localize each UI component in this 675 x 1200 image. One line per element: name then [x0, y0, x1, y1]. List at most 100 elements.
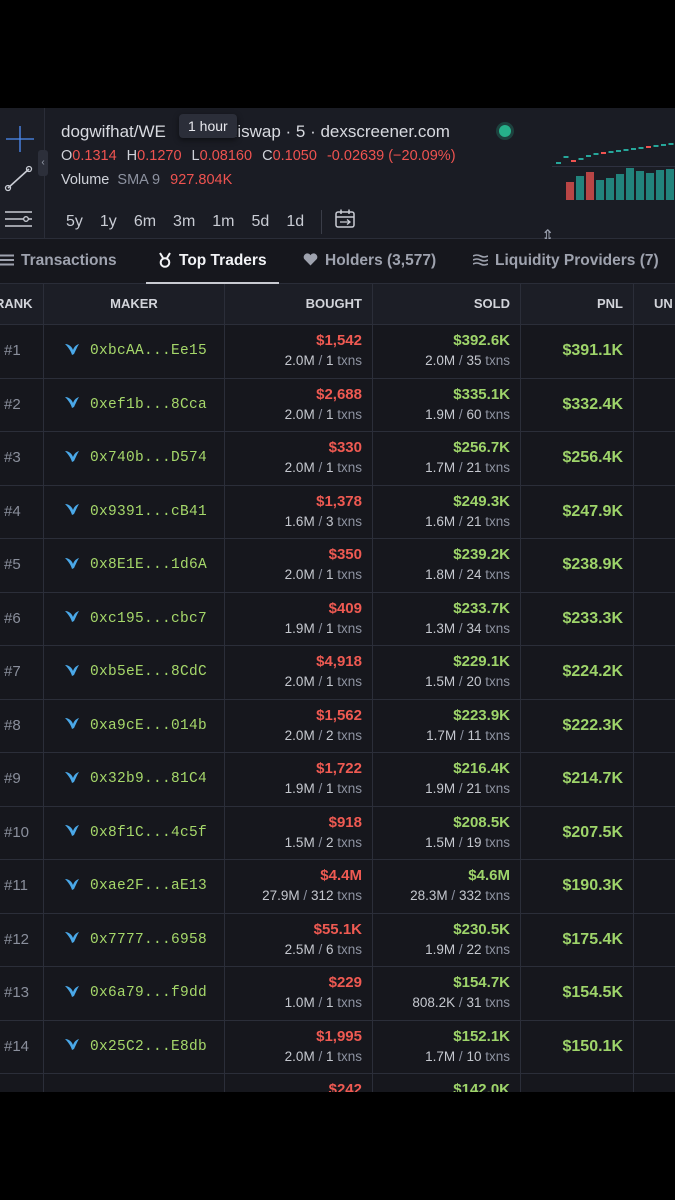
header-bought[interactable]: BOUGHT	[225, 284, 373, 324]
maker-cell: 0x740b...D574	[44, 432, 225, 485]
header-unrealized[interactable]: UN	[634, 284, 675, 324]
mini-volume-bar	[656, 170, 664, 200]
sold-cell: $152.1K 1.7M / 10 txns	[373, 1020, 521, 1073]
mini-candle	[556, 162, 561, 164]
sold-txn-count: 20	[466, 674, 482, 689]
timeframe-6m[interactable]: 6m	[134, 213, 156, 231]
maker-address[interactable]: 0xa9cE...014b	[90, 718, 207, 734]
tab-top-traders-label: Top Traders	[179, 252, 267, 269]
maker-address[interactable]: 0xc195...cbc7	[90, 611, 207, 627]
table-row[interactable]: #11 0xae2F...aE13 $4.4M 27.9M / 312 txns $4.…	[0, 860, 675, 914]
sold-tokens: 1.7M	[425, 1048, 456, 1064]
mini-volume-bar	[606, 178, 614, 200]
maker-address[interactable]: 0x8E1E...1d6A	[90, 557, 207, 573]
timeframe-3m[interactable]: 3m	[173, 213, 195, 231]
tab-holders[interactable]: Holders (3,577)	[303, 239, 436, 283]
price-chart-panel[interactable]: ‹ dogwifhat/WE niswap · 5 · dexscreener.c…	[0, 108, 675, 245]
mini-volume-bar	[616, 174, 624, 200]
sold-detail: 1.9M / 60 txns	[425, 406, 510, 422]
timeframe-divider	[321, 209, 323, 234]
table-row[interactable]: #10 0x8f1C...4c5f $918 1.5M / 2 txns $208.5K…	[0, 806, 675, 860]
sold-txn-count: 10	[466, 1048, 482, 1064]
timeframe-1m[interactable]: 1m	[212, 213, 234, 231]
sold-cell: $216.4K 1.9M / 21 txns	[373, 753, 521, 806]
timeframe-5d[interactable]: 5d	[252, 213, 270, 231]
table-row[interactable]: #7 0xb5eE...8CdC $4,918 2.0M / 1 txns $229.1…	[0, 646, 675, 700]
maker-address[interactable]: 0x32b9...81C4	[90, 771, 207, 787]
pnl-cell: $256.4K	[521, 432, 634, 485]
header-maker[interactable]: MAKER	[44, 284, 225, 324]
maker-cell: 0xb5eE...8CdC	[44, 646, 225, 699]
tab-transactions[interactable]: Transactions	[0, 239, 117, 283]
maker-address[interactable]: 0x7777...6958	[90, 932, 207, 948]
fib-lines-icon[interactable]	[2, 204, 36, 234]
maker-address[interactable]: 0x25C2...E8db	[90, 1039, 207, 1055]
maker-address[interactable]: 0xb5eE...8CdC	[90, 664, 207, 680]
rank-value: #8	[4, 716, 21, 734]
unrealized-cell	[634, 700, 675, 753]
maker-address[interactable]: 0xae2F...aE13	[90, 878, 207, 894]
high-label: H	[126, 148, 138, 164]
unrealized-cell	[634, 807, 675, 860]
bought-detail: 2.0M / 2 txns	[284, 727, 362, 743]
mini-candle	[653, 145, 659, 147]
table-header: RANK MAKER BOUGHT SOLD PNL UN	[0, 284, 675, 325]
maker-address[interactable]: 0xef1b...8Cca	[90, 397, 207, 413]
bought-amount: $1,378	[316, 492, 362, 510]
table-row[interactable]: #9 0x32b9...81C4 $1,722 1.9M / 1 txns $216.4…	[0, 753, 675, 807]
tab-liquidity-providers[interactable]: Liquidity Providers (7)	[472, 239, 659, 283]
table-row[interactable]: #6 0xc195...cbc7 $409 1.9M / 1 txns $233.7K 1…	[0, 592, 675, 646]
header-sold[interactable]: SOLD	[373, 284, 521, 324]
table-row[interactable]: #150xa137...3a56 $242 $142.0K $141.8K	[0, 1074, 675, 1092]
symbol-line: dogwifhat/WE niswap · 5 · dexscreener.com	[61, 122, 450, 142]
rank-cell: #9	[0, 753, 44, 806]
sold-amount: $256.7K	[453, 439, 510, 456]
mini-volume-bar	[626, 168, 634, 200]
mini-candle	[578, 158, 584, 160]
table-row[interactable]: #14 0x25C2...E8db $1,995 2.0M / 1 txns $152.…	[0, 1020, 675, 1074]
bought-txns-label: txns	[337, 781, 362, 796]
date-range-icon[interactable]	[334, 208, 358, 235]
maker-address[interactable]: 0x6a79...f9dd	[90, 985, 207, 1001]
timeframe-5y[interactable]: 5y	[66, 213, 83, 231]
table-row[interactable]: #13 0x6a79...f9dd $229 1.0M / 1 txns $154.7K…	[0, 967, 675, 1021]
bought-txn-count: 6	[325, 941, 334, 957]
symbol-suffix: niswap · 5 · dexscreener.com	[227, 122, 450, 141]
volume-readout: Volume SMA 9 927.804K	[61, 172, 232, 188]
header-rank[interactable]: RANK	[0, 284, 44, 324]
pnl-cell: $233.3K	[521, 592, 634, 645]
table-row[interactable]: #1 0xbcAA...Ee15 $1,542 2.0M / 1 txns $392.6…	[0, 325, 675, 379]
maker-address[interactable]: 0x9391...cB41	[90, 504, 207, 520]
collapse-toolbar-handle[interactable]: ‹	[38, 150, 48, 176]
tab-top-traders[interactable]: Top Traders	[146, 239, 279, 284]
sold-amount: $216.4K	[453, 760, 510, 777]
bought-amount: $1,722	[316, 760, 362, 777]
bought-cell: $4,918 2.0M / 1 txns	[225, 646, 373, 699]
bought-txns-label: txns	[337, 941, 362, 957]
sold-cell: $4.6M 28.3M / 332 txns	[373, 860, 521, 913]
pnl-value: $222.3K	[562, 716, 624, 734]
mini-candle	[571, 160, 576, 162]
header-pnl[interactable]: PNL	[521, 284, 634, 324]
maker-address[interactable]: 0x8f1C...4c5f	[90, 825, 207, 841]
maker-address[interactable]: 0xbcAA...Ee15	[90, 343, 207, 359]
sold-txn-count: 34	[466, 620, 482, 636]
table-row[interactable]: #5 0x8E1E...1d6A $350 2.0M / 1 txns $239.2K 1…	[0, 539, 675, 593]
bought-cell: $1,562 2.0M / 2 txns	[225, 699, 373, 752]
table-row[interactable]: #12 0x7777...6958 $55.1K 2.5M / 6 txns $230.…	[0, 913, 675, 967]
maker-address[interactable]: 0x740b...D574	[90, 450, 207, 466]
timeframe-1d[interactable]: 1d	[286, 213, 304, 231]
table-row[interactable]: #8 0xa9cE...014b $1,562 2.0M / 2 txns $223.9…	[0, 699, 675, 753]
rank-value: #7	[4, 663, 21, 680]
timeframe-1y[interactable]: 1y	[100, 213, 117, 231]
bought-detail: 2.5M / 6 txns	[284, 941, 362, 957]
table-row[interactable]: #4 0x9391...cB41 $1,378 1.6M / 3 txns $249.3…	[0, 485, 675, 539]
bought-txns-label: txns	[337, 353, 362, 368]
table-row[interactable]: #3 0x740b...D574 $330 2.0M / 1 txns $256.7K 1…	[0, 432, 675, 486]
crosshair-icon[interactable]	[2, 124, 36, 154]
wallet-bird-icon	[64, 716, 90, 735]
sold-detail: 1.8M / 24 txns	[425, 567, 510, 582]
bought-txn-count: 1	[325, 620, 334, 636]
trend-line-icon[interactable]	[2, 164, 36, 194]
table-row[interactable]: #2 0xef1b...8Cca $2,688 2.0M / 1 txns $335.1…	[0, 378, 675, 432]
